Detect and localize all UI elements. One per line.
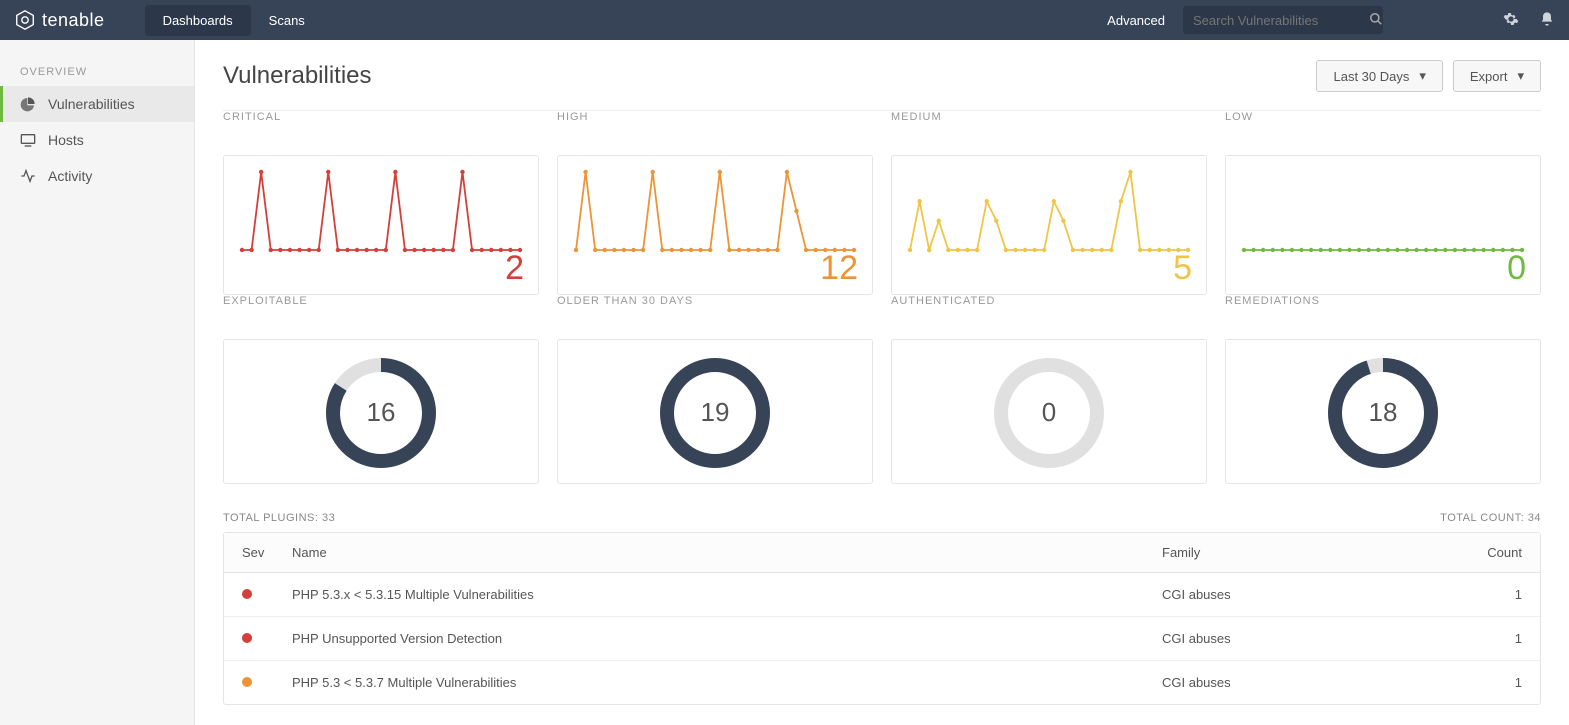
row-name: PHP 5.3.x < 5.3.15 Multiple Vulnerabilit…: [292, 587, 1162, 602]
row-count: 1: [1442, 587, 1522, 602]
value-auth: 0: [989, 353, 1109, 473]
severity-dot-icon: [242, 589, 252, 599]
value-remed: 18: [1323, 353, 1443, 473]
value-low: 0: [1507, 249, 1526, 288]
date-range-button[interactable]: Last 30 Days ▾: [1316, 60, 1442, 92]
caret-down-icon: ▾: [1517, 68, 1524, 84]
page-title: Vulnerabilities: [223, 62, 372, 90]
sparkline-medium: [904, 166, 1194, 256]
value-exploitable: 16: [321, 353, 441, 473]
sidebar-section-overview: OVERVIEW: [0, 58, 194, 86]
value-high: 12: [820, 249, 858, 288]
sidebar-item-hosts[interactable]: Hosts: [0, 122, 194, 158]
column-sev[interactable]: Sev: [242, 545, 292, 560]
card-exploitable[interactable]: 16: [223, 339, 539, 484]
brand-name: tenable: [42, 10, 105, 31]
column-count[interactable]: Count: [1442, 545, 1522, 560]
row-name: PHP Unsupported Version Detection: [292, 631, 1162, 646]
sparkline-low: [1238, 166, 1528, 256]
sparkline-critical: [236, 166, 526, 256]
severity-dot-icon: [242, 677, 252, 687]
table-header: Sev Name Family Count: [224, 533, 1540, 573]
total-plugins-label: TOTAL PLUGINS: 33: [223, 512, 335, 524]
caret-down-icon: ▾: [1419, 68, 1426, 84]
card-low[interactable]: 0: [1225, 155, 1541, 295]
sidebar-item-label: Hosts: [48, 132, 84, 148]
row-family: CGI abuses: [1162, 587, 1442, 602]
card-label-low: LOW: [1225, 111, 1253, 123]
row-count: 1: [1442, 631, 1522, 646]
brand-logo[interactable]: tenable: [14, 9, 105, 31]
value-medium: 5: [1173, 249, 1192, 288]
search-box[interactable]: [1183, 6, 1383, 34]
table-row[interactable]: PHP 5.3.x < 5.3.15 Multiple Vulnerabilit…: [224, 573, 1540, 617]
card-label-exploitable: EXPLOITABLE: [223, 295, 308, 307]
search-icon[interactable]: [1369, 12, 1383, 29]
card-high[interactable]: 12: [557, 155, 873, 295]
card-label-older: OLDER THAN 30 DAYS: [557, 295, 693, 307]
severity-dot-icon: [242, 633, 252, 643]
bell-icon[interactable]: [1539, 11, 1555, 30]
date-range-label: Last 30 Days: [1333, 69, 1409, 84]
column-name[interactable]: Name: [292, 545, 1162, 560]
sidebar-item-activity[interactable]: Activity: [0, 158, 194, 194]
search-input[interactable]: [1193, 13, 1369, 28]
pie-icon: [20, 96, 36, 112]
advanced-link[interactable]: Advanced: [1107, 13, 1165, 28]
card-label-medium: MEDIUM: [891, 111, 942, 123]
card-label-critical: CRITICAL: [223, 111, 281, 123]
card-label-high: HIGH: [557, 111, 589, 123]
sidebar-item-label: Activity: [48, 168, 92, 184]
activity-icon: [20, 168, 36, 184]
row-count: 1: [1442, 675, 1522, 690]
card-critical[interactable]: 2: [223, 155, 539, 295]
nav-dashboards[interactable]: Dashboards: [145, 5, 251, 36]
sidebar-item-label: Vulnerabilities: [48, 96, 135, 112]
total-count-label: TOTAL COUNT: 34: [1440, 512, 1541, 524]
card-label-remed: REMEDIATIONS: [1225, 295, 1320, 307]
value-critical: 2: [505, 249, 524, 288]
gear-icon[interactable]: [1503, 11, 1519, 30]
row-name: PHP 5.3 < 5.3.7 Multiple Vulnerabilities: [292, 675, 1162, 690]
value-older: 19: [655, 353, 775, 473]
row-family: CGI abuses: [1162, 675, 1442, 690]
monitor-icon: [20, 132, 36, 148]
table-row[interactable]: PHP 5.3 < 5.3.7 Multiple Vulnerabilities…: [224, 661, 1540, 704]
card-older[interactable]: 19: [557, 339, 873, 484]
card-label-auth: AUTHENTICATED: [891, 295, 995, 307]
nav-scans[interactable]: Scans: [251, 5, 323, 36]
column-family[interactable]: Family: [1162, 545, 1442, 560]
card-medium[interactable]: 5: [891, 155, 1207, 295]
sparkline-high: [570, 166, 860, 256]
table-row[interactable]: PHP Unsupported Version DetectionCGI abu…: [224, 617, 1540, 661]
export-label: Export: [1470, 69, 1508, 84]
export-button[interactable]: Export ▾: [1453, 60, 1541, 92]
sidebar: OVERVIEW Vulnerabilities Hosts Activity: [0, 40, 195, 725]
sidebar-item-vulnerabilities[interactable]: Vulnerabilities: [0, 86, 194, 122]
card-remediations[interactable]: 18: [1225, 339, 1541, 484]
row-family: CGI abuses: [1162, 631, 1442, 646]
card-authenticated[interactable]: 0: [891, 339, 1207, 484]
vulnerabilities-table: Sev Name Family Count PHP 5.3.x < 5.3.15…: [223, 532, 1541, 705]
tenable-logo-icon: [14, 9, 36, 31]
